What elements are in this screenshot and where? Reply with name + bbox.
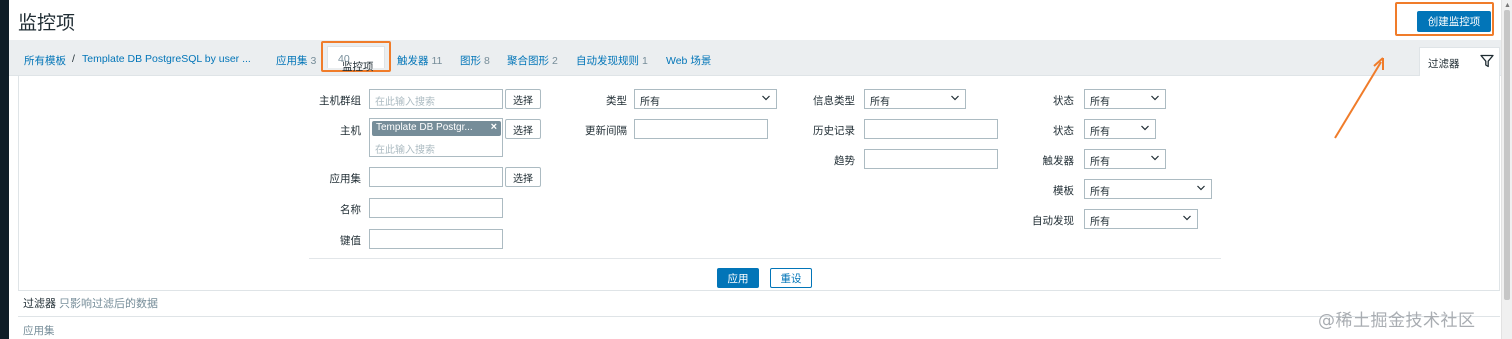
template-label: 模板 <box>1053 185 1074 197</box>
info-type-label: 信息类型 <box>813 95 855 107</box>
tab-graphs[interactable]: 图形 8 <box>460 53 490 68</box>
chevron-down-icon <box>1197 185 1205 191</box>
chevron-down-icon <box>1151 95 1159 101</box>
application-select-button[interactable]: 选择 <box>505 167 541 187</box>
filter-info-label: 过滤器 <box>23 298 56 310</box>
tab-count: 8 <box>484 55 490 67</box>
host-chip: Template DB Postgr... × <box>372 121 501 136</box>
scroll-up-icon[interactable]: ▲ <box>1504 2 1511 9</box>
column-header-application[interactable]: 应用集 <box>23 323 55 338</box>
chevron-down-icon <box>1151 155 1159 161</box>
tab-screens[interactable]: 聚合图形 2 <box>507 53 558 68</box>
tab-discovery-rules[interactable]: 自动发现规则 1 <box>576 53 648 68</box>
template-select[interactable]: 所有 <box>1084 179 1212 199</box>
template-select-value: 所有 <box>1090 187 1110 198</box>
filter-info: 过滤器 只影响过滤后的数据 <box>23 295 158 311</box>
tab-count: 11 <box>431 55 443 67</box>
page-header: 监控项 创建监控项 <box>9 0 1501 40</box>
update-interval-label: 更新间隔 <box>585 125 627 137</box>
trend-input[interactable] <box>864 149 998 169</box>
highlight-box-create: 创建监控项 <box>1395 2 1494 36</box>
triggers-select[interactable]: 所有 <box>1084 149 1166 169</box>
tab-items[interactable]: 监控项 40 <box>327 46 385 73</box>
host-group-input[interactable]: 在此输入搜索 <box>369 89 503 109</box>
key-label: 键值 <box>340 235 361 247</box>
tab-count: 1 <box>642 55 648 67</box>
filter-tab-label: 过滤器 <box>1428 58 1460 70</box>
type-select[interactable]: 所有 <box>634 89 777 109</box>
host-chip-label: Template DB Postgr... <box>376 122 473 133</box>
filter-tab[interactable]: 过滤器 <box>1419 47 1500 77</box>
tab-web-scenarios[interactable]: Web 场景 <box>666 53 711 68</box>
state-label: 状态 <box>1053 95 1074 107</box>
key-input[interactable] <box>369 229 503 249</box>
state-select-value: 所有 <box>1090 97 1110 108</box>
tab-label: Web 场景 <box>666 55 712 67</box>
application-label: 应用集 <box>329 173 362 185</box>
scroll-thumb[interactable] <box>1504 10 1510 300</box>
highlight-box-items-tab: 监控项 40 <box>321 41 391 73</box>
left-sidebar-strip <box>0 0 9 339</box>
tab-count: 3 <box>310 55 317 67</box>
tab-label: 图形 <box>460 55 481 67</box>
tab-count: 2 <box>552 55 558 67</box>
name-input[interactable] <box>369 198 503 218</box>
status-select[interactable]: 所有 <box>1084 119 1156 139</box>
history-input[interactable] <box>864 119 998 139</box>
name-label: 名称 <box>340 204 361 216</box>
status-label: 状态 <box>1053 125 1074 137</box>
breadcrumb-separator: / <box>72 53 75 65</box>
filter-info-note: 只影响过滤后的数据 <box>59 298 158 310</box>
application-input[interactable] <box>369 167 503 187</box>
breadcrumb-template[interactable]: Template DB PostgreSQL by user ... <box>82 53 251 65</box>
page-title: 监控项 <box>18 12 76 34</box>
tabs-row: 所有模板 / Template DB PostgreSQL by user ..… <box>9 40 1501 76</box>
filter-icon <box>1480 54 1494 68</box>
tab-applications[interactable]: 应用集 3 <box>276 53 316 68</box>
host-group-select-button[interactable]: 选择 <box>505 89 541 109</box>
chevron-down-icon <box>762 95 770 101</box>
vertical-scrollbar[interactable]: ▲ <box>1501 0 1512 339</box>
tab-label: 自动发现规则 <box>576 55 639 67</box>
remove-chip-icon[interactable]: × <box>491 121 497 133</box>
info-type-select-value: 所有 <box>870 97 890 108</box>
reset-button[interactable]: 重设 <box>770 268 812 288</box>
status-select-value: 所有 <box>1090 127 1110 138</box>
host-multiselect[interactable]: Template DB Postgr... × 在此输入搜索 <box>369 118 503 157</box>
tab-label: 聚合图形 <box>507 55 549 67</box>
breadcrumb-all-templates[interactable]: 所有模板 <box>24 53 66 68</box>
triggers-label: 触发器 <box>1042 155 1075 167</box>
chevron-down-icon <box>1183 215 1191 221</box>
tab-label: 触发器 <box>397 55 429 67</box>
filter-divider <box>309 258 1221 259</box>
host-group-label: 主机群组 <box>319 95 361 107</box>
page: 监控项 创建监控项 所有模板 / Template DB PostgreSQL … <box>9 0 1501 339</box>
apply-button[interactable]: 应用 <box>717 268 759 288</box>
history-label: 历史记录 <box>813 125 855 137</box>
info-type-select[interactable]: 所有 <box>864 89 966 109</box>
trend-label: 趋势 <box>834 155 855 167</box>
type-select-value: 所有 <box>640 97 660 108</box>
tab-items-text: 监控项 40 <box>335 53 374 73</box>
watermark: @稀土掘金技术社区 <box>1318 311 1476 331</box>
discovery-select[interactable]: 所有 <box>1084 209 1198 229</box>
update-interval-input[interactable] <box>634 119 768 139</box>
host-search-placeholder: 在此输入搜索 <box>375 145 435 156</box>
discovery-select-value: 所有 <box>1090 217 1110 228</box>
table-header: 应用集 <box>18 316 1500 339</box>
type-label: 类型 <box>606 95 627 107</box>
tab-label: 应用集 <box>276 55 308 67</box>
state-select[interactable]: 所有 <box>1084 89 1166 109</box>
host-select-button[interactable]: 选择 <box>505 119 541 139</box>
discovery-label: 自动发现 <box>1032 215 1074 227</box>
tab-label: 监控项 <box>342 61 374 73</box>
create-item-button[interactable]: 创建监控项 <box>1417 11 1491 32</box>
triggers-select-value: 所有 <box>1090 157 1110 168</box>
chevron-down-icon <box>1141 125 1149 131</box>
filter-panel: 主机群组 在此输入搜索 选择 主机 Template DB Postgr... ×… <box>18 76 1500 291</box>
tab-triggers[interactable]: 触发器 11 <box>397 53 442 68</box>
chevron-down-icon <box>951 95 959 101</box>
host-label: 主机 <box>340 125 361 137</box>
